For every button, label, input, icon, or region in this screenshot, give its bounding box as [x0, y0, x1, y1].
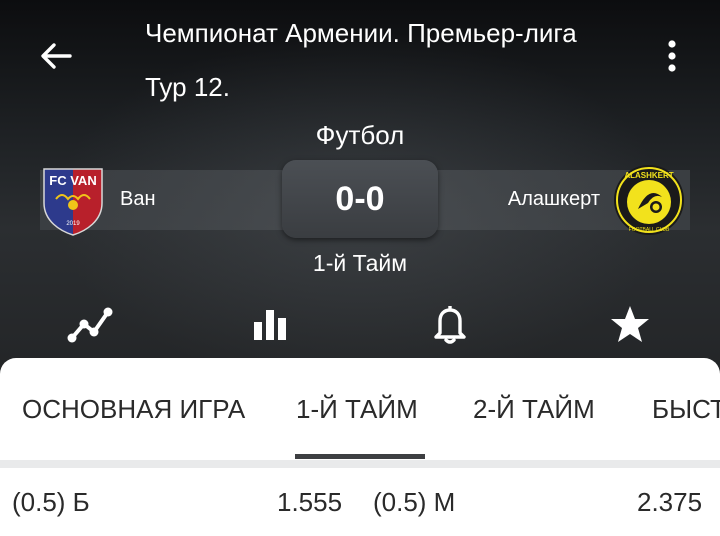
stats-icon: [67, 307, 113, 343]
home-team-logo[interactable]: FC VAN 2019: [36, 163, 110, 237]
chart-button[interactable]: [240, 296, 300, 352]
tournament-title: Чемпионат Армении. Премьер-лига: [145, 18, 577, 48]
more-vertical-icon: [668, 40, 676, 72]
away-team-name[interactable]: Алашкерт: [508, 188, 600, 211]
sport-label: Футбол: [315, 120, 405, 150]
period-tabs: ОСНОВНАЯ ИГРА 1-Й ТАЙМ 2-Й ТАЙМ БЫСТ: [0, 358, 720, 460]
odd-over-label[interactable]: (0.5) Б: [12, 468, 90, 536]
tab-first-half[interactable]: 1-Й ТАЙМ: [296, 358, 418, 460]
bell-icon: [434, 306, 466, 344]
bar-chart-icon: [254, 310, 286, 340]
tab-fast[interactable]: БЫСТ: [652, 358, 720, 460]
notifications-button[interactable]: [420, 296, 480, 352]
home-team-name[interactable]: Ван: [120, 188, 156, 211]
back-button[interactable]: [30, 30, 82, 82]
period-label: 1-й Тайм: [312, 250, 408, 276]
markets-panel: ОСНОВНАЯ ИГРА 1-Й ТАЙМ 2-Й ТАЙМ БЫСТ (0.…: [0, 358, 720, 536]
favorite-button[interactable]: [600, 296, 660, 352]
odd-over-value[interactable]: 1.555: [277, 468, 342, 536]
home-logo-text: FC VAN: [49, 173, 96, 188]
home-logo-year: 2019: [66, 221, 80, 227]
odd-under-label[interactable]: (0.5) М: [373, 468, 455, 536]
odd-under-value[interactable]: 2.375: [637, 468, 702, 536]
section-divider: [0, 460, 720, 468]
tab-main-game[interactable]: ОСНОВНАЯ ИГРА: [22, 358, 245, 460]
stats-button[interactable]: [60, 296, 120, 352]
score-value: 0-0: [335, 179, 385, 218]
active-tab-indicator: [295, 454, 425, 459]
match-header: Чемпионат Армении. Премьер-лига Тур 12. …: [0, 0, 720, 380]
odds-row: (0.5) Б 1.555 (0.5) М 2.375: [0, 468, 720, 536]
away-team-logo[interactable]: ALASHKERT FOOTBALL CLUB: [612, 163, 686, 237]
more-menu-button[interactable]: [648, 30, 696, 82]
away-logo-text: ALASHKERT: [624, 171, 673, 180]
action-bar: [0, 296, 720, 352]
score-display: 0-0: [282, 160, 438, 238]
away-logo-subtext: FOOTBALL CLUB: [629, 227, 670, 233]
arrow-left-icon: [41, 43, 72, 69]
tab-second-half[interactable]: 2-Й ТАЙМ: [473, 358, 595, 460]
round-label: Тур 12.: [145, 72, 230, 102]
star-icon: [611, 306, 649, 342]
